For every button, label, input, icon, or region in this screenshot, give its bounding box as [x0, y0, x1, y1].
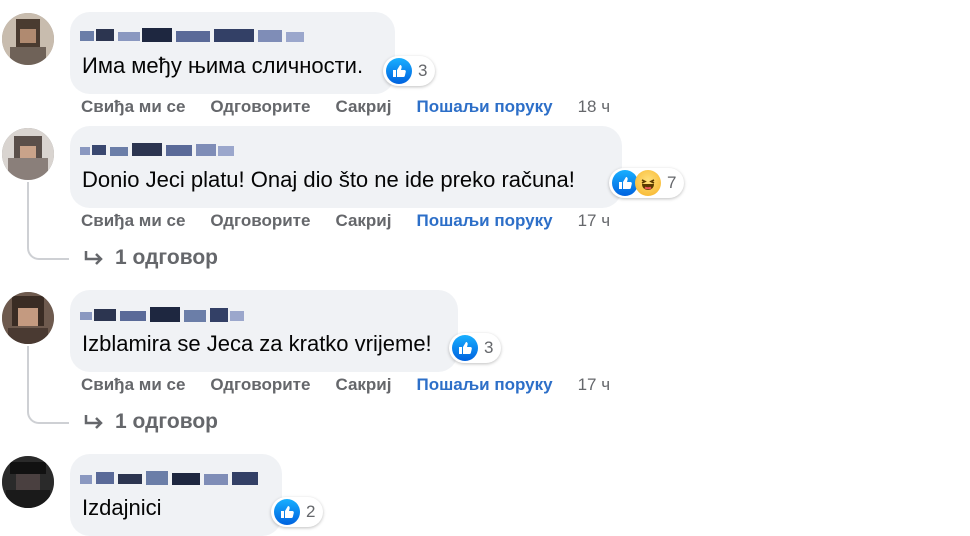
blurred-author-name[interactable] — [80, 470, 265, 486]
like-icon — [386, 58, 412, 84]
comment-actions: Свиђа ми се Одговорите Сакриј Пошаљи пор… — [81, 96, 635, 118]
like-button[interactable]: Свиђа ми се — [81, 211, 185, 231]
blurred-author-name[interactable] — [80, 142, 240, 158]
comment-bubble: Izdajnici — [70, 454, 282, 536]
avatar[interactable] — [2, 292, 54, 344]
reply-button[interactable]: Одговорите — [210, 211, 310, 231]
timestamp[interactable]: 17 ч — [578, 211, 611, 231]
reply-arrow-icon — [84, 251, 103, 265]
comment-bubble: Izblamira se Jeca za kratko vrijeme! — [70, 290, 458, 372]
reply-arrow-icon — [84, 415, 103, 429]
replies-count-label: 1 одговор — [115, 410, 218, 433]
thread-line — [27, 346, 69, 424]
comment-text: Izdajnici — [82, 495, 162, 520]
like-icon — [274, 499, 300, 525]
reaction-summary[interactable]: 2 — [271, 497, 324, 527]
avatar-image — [2, 13, 54, 65]
reply-button[interactable]: Одговорите — [210, 97, 310, 117]
view-replies-link[interactable]: 1 одговор — [83, 246, 218, 270]
reaction-count: 7 — [667, 173, 677, 192]
avatar-image — [2, 292, 54, 344]
send-message-button[interactable]: Пошаљи поруку — [416, 375, 552, 395]
avatar[interactable] — [2, 13, 54, 65]
reaction-count: 3 — [418, 61, 428, 80]
comment-actions: Свиђа ми се Одговорите Сакриј Пошаљи пор… — [81, 374, 635, 396]
thread-line — [27, 182, 69, 260]
avatar[interactable] — [2, 456, 54, 508]
reply-button[interactable]: Одговорите — [210, 375, 310, 395]
timestamp[interactable]: 18 ч — [578, 97, 611, 117]
comment-bubble: Има међу њима сличности. — [70, 12, 395, 94]
avatar-image — [2, 128, 54, 180]
like-button[interactable]: Свиђа ми се — [81, 97, 185, 117]
avatar[interactable] — [2, 128, 54, 180]
replies-count-label: 1 одговор — [115, 246, 218, 269]
timestamp[interactable]: 17 ч — [578, 375, 611, 395]
comment-text: Izblamira se Jeca za kratko vrijeme! — [82, 331, 432, 356]
hide-button[interactable]: Сакриј — [335, 211, 391, 231]
view-replies-link[interactable]: 1 одговор — [83, 410, 218, 434]
comment-bubble: Donio Jeci platu! Onaj dio što ne ide pr… — [70, 126, 622, 208]
reaction-summary[interactable]: 7 — [609, 168, 685, 198]
like-button[interactable]: Свиђа ми се — [81, 375, 185, 395]
send-message-button[interactable]: Пошаљи поруку — [416, 211, 552, 231]
reaction-count: 3 — [484, 338, 494, 357]
comment-actions: Свиђа ми се Одговорите Сакриј Пошаљи пор… — [81, 210, 635, 232]
hide-button[interactable]: Сакриј — [335, 97, 391, 117]
comment-text: Donio Jeci platu! Onaj dio što ne ide pr… — [82, 167, 575, 192]
comment-text: Има међу њима сличности. — [82, 53, 364, 78]
blurred-author-name[interactable] — [80, 306, 250, 322]
like-icon — [452, 335, 478, 361]
reaction-summary[interactable]: 3 — [383, 56, 436, 86]
reaction-summary[interactable]: 3 — [449, 333, 502, 363]
hide-button[interactable]: Сакриј — [335, 375, 391, 395]
send-message-button[interactable]: Пошаљи поруку — [416, 97, 552, 117]
haha-icon — [635, 170, 661, 196]
reaction-count: 2 — [306, 502, 316, 521]
avatar-image — [2, 456, 54, 508]
blurred-author-name[interactable] — [80, 28, 310, 44]
